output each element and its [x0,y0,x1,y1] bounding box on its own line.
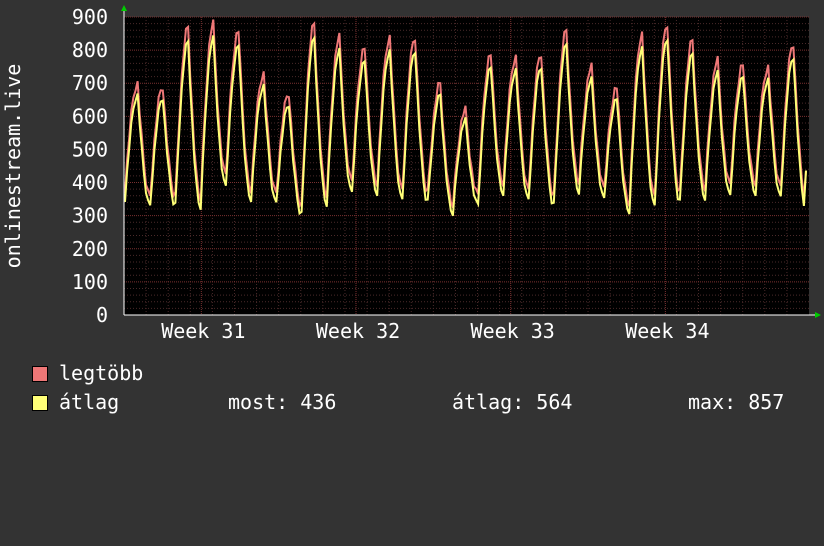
y-tick-label: 900 [72,5,108,29]
y-tick-label: 200 [72,237,108,261]
legend-swatch-max [32,366,48,382]
y-tick-label: 0 [96,303,108,327]
x-tick-label: Week 33 [471,319,555,343]
y-tick-label: 700 [72,71,108,95]
legend-label-avg: átlag [59,390,120,414]
y-tick-label: 300 [72,204,108,228]
x-tick-label: Week 34 [625,319,709,343]
y-tick-label: 800 [72,38,108,62]
x-axis-arrow [815,312,821,318]
y-tick-label: 600 [72,104,108,128]
y-axis-arrow [121,5,127,11]
y-tick-label: 500 [72,137,108,161]
stat-atlag: átlag: 564 [452,390,573,414]
chart-root: 0 100 200 300 400 500 600 700 800 900 Week 31 Week … [0,0,824,430]
stat-max: max: 857 [688,390,785,414]
x-tick-label: Week 32 [316,319,400,343]
y-axis-label: onlinestream.live [1,64,25,269]
stat-most: most: 436 [228,390,337,414]
legend-label-max: legtöbb [59,361,144,385]
legend-item-max: legtöbb [32,362,143,384]
x-tick-label: Week 31 [161,319,245,343]
legend-item-avg: átlag most: 436 átlag: 564 max: 857 [32,391,812,413]
y-tick-label: 400 [72,171,108,195]
legend-swatch-avg [32,395,48,411]
y-tick-label: 100 [72,270,108,294]
